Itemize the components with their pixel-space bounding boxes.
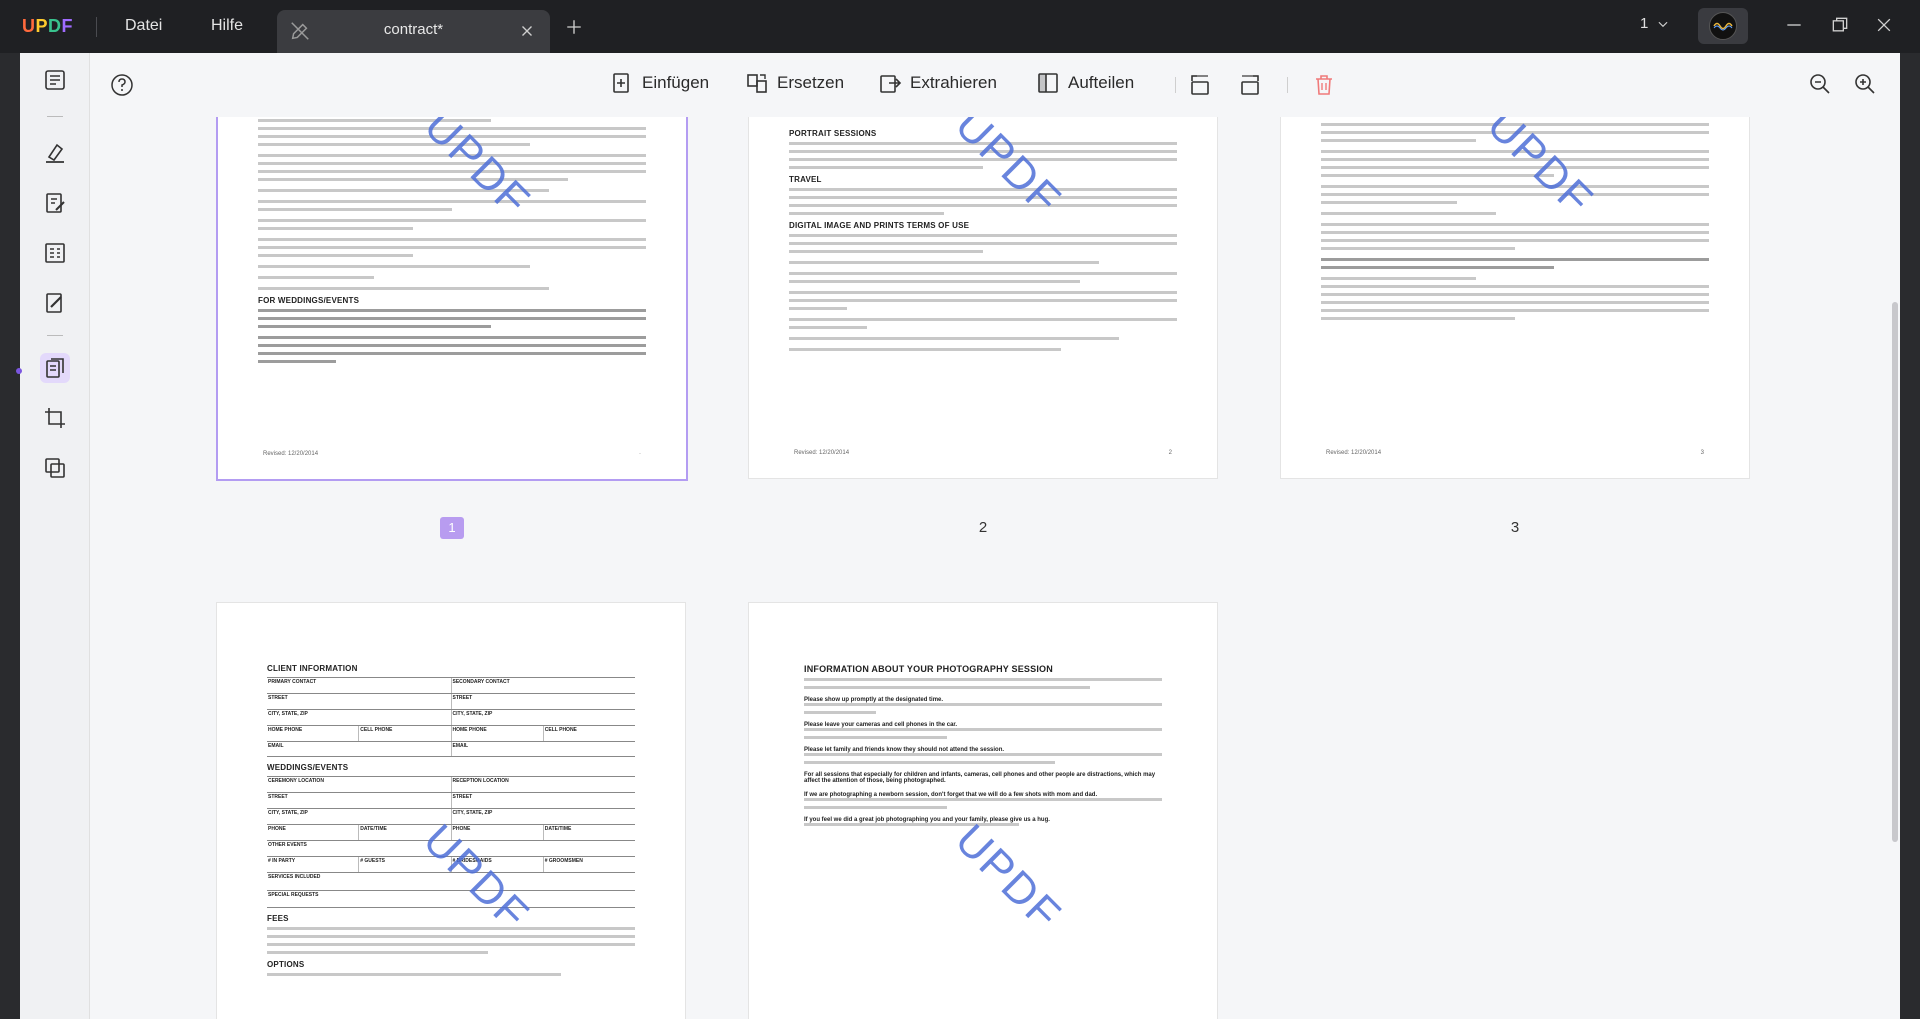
- page-4-heading-4: OPTIONS: [267, 960, 305, 969]
- reader-icon: [45, 70, 65, 90]
- zoom-out-icon[interactable]: [1808, 72, 1832, 96]
- page-2-footer: Revised: 12/20/2014 2: [794, 450, 1172, 456]
- sidebar-comment[interactable]: [40, 138, 70, 168]
- page-1-footer: Revised: 12/20/2014 ·: [263, 451, 641, 457]
- extract-label: Extrahieren: [910, 73, 997, 92]
- page-label-2[interactable]: 2: [968, 519, 998, 536]
- page-thumbnail-1[interactable]: FOR WEDDINGS/EVENTS Revised: 12/20/2014 ·…: [216, 117, 688, 481]
- sidebar-sign[interactable]: [40, 288, 70, 318]
- split-label: Aufteilen: [1068, 73, 1135, 92]
- form-icon: [45, 243, 65, 263]
- extract-button[interactable]: Extrahieren: [878, 71, 997, 95]
- logo-letter: U: [22, 16, 36, 36]
- highlighter-icon: [46, 143, 64, 163]
- chevron-down-icon: [1658, 21, 1668, 27]
- close-window-icon[interactable]: [1874, 15, 1894, 35]
- minimize-icon[interactable]: [1784, 15, 1804, 35]
- page-4-heading-3: FEES: [267, 914, 289, 923]
- page-4-heading-1: CLIENT INFORMATION: [267, 664, 358, 673]
- sidebar-organize-pages[interactable]: [40, 353, 70, 383]
- avatar-wave-icon: [1713, 22, 1733, 31]
- page-3-footer: Revised: 12/20/2014 3: [1326, 450, 1704, 456]
- sidebar-crop[interactable]: [40, 403, 70, 433]
- rotate-left-icon[interactable]: [1188, 73, 1212, 97]
- insert-page-icon: [613, 73, 629, 93]
- logo-letter: D: [48, 16, 62, 36]
- vertical-scrollbar[interactable]: [1892, 302, 1898, 842]
- delete-icon[interactable]: [1312, 73, 1336, 97]
- window-edge: [0, 53, 20, 1019]
- page-label-3[interactable]: 3: [1500, 519, 1530, 536]
- page-5-item: For all sessions that especially for chi…: [804, 772, 1156, 784]
- zoom-in-icon[interactable]: [1853, 72, 1877, 96]
- insert-label: Einfügen: [642, 73, 710, 92]
- page-thumbnail-2[interactable]: PORTRAIT SESSIONS TRAVEL DIGITAL IMAGE A…: [748, 117, 1218, 479]
- updf-logo[interactable]: UPDF: [22, 16, 73, 37]
- title-bar: UPDF Datei Hilfe contract* 1: [0, 0, 1920, 53]
- rotate-right-icon[interactable]: [1238, 73, 1262, 97]
- crop-icon: [45, 408, 65, 428]
- replace-button[interactable]: Ersetzen: [745, 71, 844, 95]
- page-selector[interactable]: 1: [1640, 15, 1670, 32]
- split-document-icon: [1038, 73, 1058, 93]
- page-count-value: 1: [1640, 15, 1649, 32]
- insert-button[interactable]: Einfügen: [610, 71, 709, 95]
- logo-letter: F: [61, 16, 74, 36]
- logo-letter: P: [35, 16, 49, 36]
- edit-pdf-icon: [46, 193, 65, 213]
- organize-pages-icon: [46, 358, 64, 378]
- sidebar-separator: [47, 335, 63, 336]
- replace-label: Ersetzen: [777, 73, 845, 92]
- page-5-watermark: UPDF: [945, 815, 1071, 941]
- replace-page-icon: [747, 74, 767, 93]
- page-label-1[interactable]: 1: [440, 517, 464, 539]
- active-indicator: [16, 368, 22, 374]
- toolbar-divider: [1287, 77, 1288, 93]
- title-separator: [96, 17, 97, 37]
- tab-title: contract*: [383, 21, 444, 38]
- page-grid: FOR WEDDINGS/EVENTS Revised: 12/20/2014 ·…: [90, 117, 1900, 1019]
- sign-icon: [46, 293, 62, 313]
- menu-help[interactable]: Hilfe: [211, 17, 243, 35]
- page-1-heading: FOR WEDDINGS/EVENTS: [258, 296, 360, 305]
- user-avatar[interactable]: [1698, 8, 1748, 44]
- extract-page-icon: [880, 75, 902, 93]
- sidebar-edit[interactable]: [40, 188, 70, 218]
- menu-file[interactable]: Datei: [125, 17, 162, 35]
- toolbar-divider: [1175, 77, 1176, 93]
- page-2-heading-2: TRAVEL: [789, 175, 822, 184]
- close-tab-icon[interactable]: [518, 22, 536, 40]
- page-2-heading-3: DIGITAL IMAGE AND PRINTS TERMS OF USE: [789, 221, 970, 230]
- left-sidebar: [20, 53, 90, 1019]
- window-edge: [1900, 53, 1920, 1019]
- sidebar-tools[interactable]: [40, 453, 70, 483]
- new-tab-icon[interactable]: [565, 18, 583, 36]
- sidebar-form[interactable]: [40, 238, 70, 268]
- restore-icon[interactable]: [1830, 15, 1850, 35]
- page-5-heading: INFORMATION ABOUT YOUR PHOTOGRAPHY SESSI…: [804, 664, 1053, 674]
- sidebar-reader[interactable]: [40, 65, 70, 95]
- sidebar-separator: [47, 116, 63, 117]
- help-icon[interactable]: [110, 73, 134, 97]
- page-thumbnail-3[interactable]: Revised: 12/20/2014 3 UPDF: [1280, 117, 1750, 479]
- convert-icon: [45, 458, 65, 478]
- split-button[interactable]: Aufteilen: [1036, 71, 1134, 95]
- page-thumbnail-5[interactable]: INFORMATION ABOUT YOUR PHOTOGRAPHY SESSI…: [748, 602, 1218, 1019]
- page-thumbnail-4[interactable]: CLIENT INFORMATION PRIMARY CONTACT SECOND…: [216, 602, 686, 1019]
- page-toolbar: Einfügen Ersetzen Extrahieren Aufteilen: [90, 53, 1900, 117]
- updf-window: UPDF Datei Hilfe contract* 1 Einfügen Er…: [0, 0, 1920, 1019]
- document-tab[interactable]: contract*: [277, 10, 550, 53]
- page-4-heading-2: WEDDINGS/EVENTS: [267, 763, 349, 772]
